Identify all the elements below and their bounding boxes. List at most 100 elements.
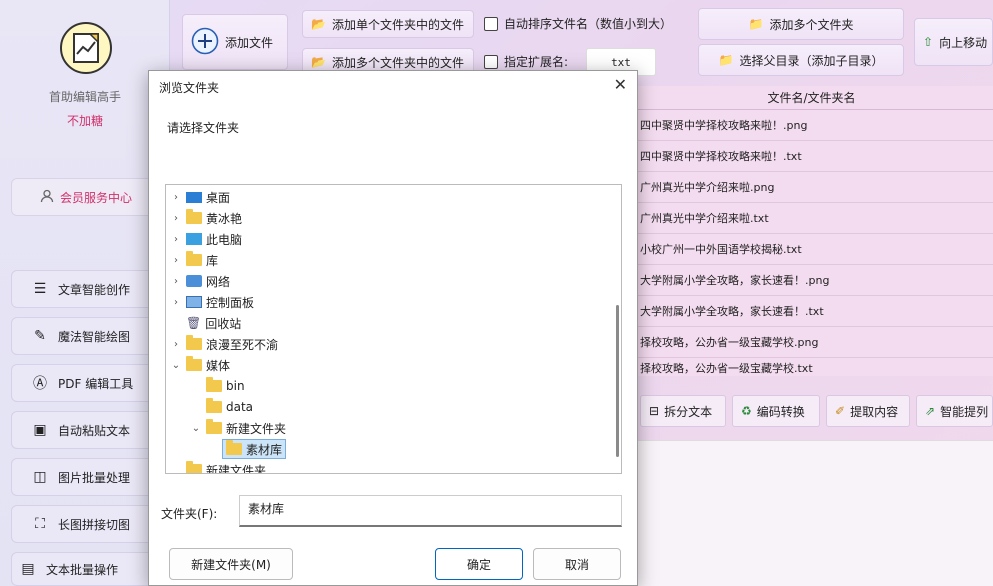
chevron-down-icon[interactable]: ⌄ xyxy=(170,360,182,371)
table-row[interactable]: 大学附属小学全攻略，家长速看！.png xyxy=(630,265,993,296)
tool-bar: ⊟ 拆分文本 ♻ 编码转换 ✐ 提取内容 ⇗ 智能提列 xyxy=(630,395,993,429)
text-ops-icon: ▤ xyxy=(21,561,35,577)
app-subtitle: 不加糖 xyxy=(66,114,103,128)
sidebar-item-pdf[interactable]: Ⓐ PDF 编辑工具 xyxy=(11,364,161,402)
table-row[interactable]: 大学附属小学全攻略，家长速看！.txt xyxy=(630,296,993,327)
sidebar-item-paste[interactable]: ▣ 自动粘贴文本 xyxy=(11,411,161,449)
chevron-right-icon[interactable]: › xyxy=(170,234,182,245)
ok-button[interactable]: 确定 xyxy=(435,548,523,580)
tree-item-this-pc[interactable]: › 此电脑 xyxy=(170,229,242,249)
tree-item-material-selected[interactable]: 素材库 xyxy=(222,439,287,459)
checkbox-label: 自动排序文件名（数值小到大） xyxy=(504,17,673,31)
table-row[interactable]: 四中聚贤中学择校攻略来啦！.txt xyxy=(630,141,993,172)
button-label: 添加单个文件夹中的文件 xyxy=(331,17,464,32)
chevron-right-icon[interactable]: › xyxy=(170,192,182,203)
split-text-button[interactable]: ⊟ 拆分文本 xyxy=(640,395,726,427)
chevron-down-icon[interactable]: ⌄ xyxy=(190,423,202,434)
tree-label: bin xyxy=(226,379,245,393)
checkbox-box[interactable] xyxy=(484,16,498,31)
folder-icon xyxy=(186,209,202,224)
table-row[interactable]: 择校攻略，公办省一级宝藏学校.png xyxy=(630,327,993,358)
extract-button[interactable]: ✐ 提取内容 xyxy=(826,395,910,427)
sidebar-item-label: PDF 编辑工具 xyxy=(58,376,134,391)
folder-icon: 📁 xyxy=(718,53,734,67)
tree-label: 桌面 xyxy=(206,190,231,205)
folder-tree[interactable]: › 桌面 › 黄冰艳 › 此电脑 › 库 › 网络 › 控制面板 🗑 回收站 › 浪漫至死不渝 … xyxy=(165,184,622,474)
button-label: 添加多个文件夹中的文件 xyxy=(331,55,464,70)
plus-circle-icon xyxy=(191,27,219,58)
scrollbar-thumb[interactable] xyxy=(616,305,619,457)
tree-label: 新建文件夹 xyxy=(206,463,267,474)
tree-item-user[interactable]: › 黄冰艳 xyxy=(170,208,242,228)
tree-item-media[interactable]: ⌄ 媒体 xyxy=(170,355,230,375)
dialog-prompt: 请选择文件夹 xyxy=(167,121,240,135)
tree-item-control-panel[interactable]: › 控制面板 xyxy=(170,292,254,312)
tree-label: 此电脑 xyxy=(206,232,243,247)
sidebar-item-drawing[interactable]: ✎ 魔法智能绘图 xyxy=(11,317,161,355)
list-icon: ☰ xyxy=(33,281,47,297)
auto-sort-checkbox[interactable]: 自动排序文件名（数值小到大） xyxy=(484,15,672,32)
tree-item-desktop[interactable]: › 桌面 xyxy=(170,187,230,207)
tree-item-network[interactable]: › 网络 xyxy=(170,271,230,291)
tree-item-recycle-bin[interactable]: 🗑 回收站 xyxy=(170,313,241,333)
desktop-icon xyxy=(186,191,202,203)
tree-item-romance[interactable]: › 浪漫至死不渝 xyxy=(170,334,278,354)
crop-icon: ⛶ xyxy=(35,516,45,532)
tree-label: 新建文件夹 xyxy=(226,421,287,436)
sidebar-item-text-ops[interactable]: ▤ 文本批量操作 xyxy=(11,552,161,586)
tree-item-data[interactable]: data xyxy=(190,397,253,417)
smart-extract-button[interactable]: ⇗ 智能提列 xyxy=(916,395,993,427)
text-area[interactable] xyxy=(630,440,993,586)
ext-checkbox[interactable]: 指定扩展名: xyxy=(484,53,568,70)
member-center-button[interactable]: 会员服务中心 xyxy=(11,178,161,216)
network-icon xyxy=(186,275,202,287)
chart-logo-icon xyxy=(73,33,99,63)
sidebar-item-label: 图片批量处理 xyxy=(58,470,131,485)
folder-icon xyxy=(226,440,242,455)
brush-icon: ✎ xyxy=(34,328,46,344)
recycle-bin-icon: 🗑 xyxy=(186,316,202,330)
chevron-right-icon[interactable]: › xyxy=(170,213,182,224)
app-logo xyxy=(60,22,112,74)
tree-label: 回收站 xyxy=(205,316,242,331)
chevron-right-icon[interactable]: › xyxy=(170,276,182,287)
tree-label: 控制面板 xyxy=(206,295,255,310)
recycle-icon: ♻ xyxy=(741,404,752,418)
file-list: 文件名/文件夹名 四中聚贤中学择校攻略来啦！.png 四中聚贤中学择校攻略来啦！… xyxy=(630,86,993,376)
add-file-button[interactable]: 添加文件 xyxy=(182,14,288,70)
choose-parent-dir-button[interactable]: 📁 选择父目录（添加子目录） xyxy=(698,44,904,76)
button-label: 选择父目录（添加子目录） xyxy=(739,53,884,68)
folder-icon xyxy=(206,419,222,434)
move-up-button[interactable]: ⇧ 向上移动 xyxy=(914,18,993,66)
tree-label: 素材库 xyxy=(246,442,283,457)
sidebar-item-image[interactable]: ◫ 图片批量处理 xyxy=(11,458,161,496)
checkbox-box[interactable] xyxy=(484,54,498,69)
tree-item-library[interactable]: › 库 xyxy=(170,250,218,270)
tree-item-bin[interactable]: bin xyxy=(190,376,245,396)
new-folder-button[interactable]: 新建文件夹(M) xyxy=(169,548,293,580)
paste-icon: ▣ xyxy=(33,422,47,438)
folder-icon: 📁 xyxy=(748,17,764,31)
tree-item-new-folder[interactable]: ⌄ 新建文件夹 xyxy=(190,418,286,438)
browse-folder-dialog: 浏览文件夹 ✕ 请选择文件夹 › 桌面 › 黄冰艳 › 此电脑 › 库 › 网络 › 控制面… xyxy=(148,70,638,586)
table-row[interactable]: 广州真光中学介绍来啦.txt xyxy=(630,203,993,234)
tree-item-new-folder-root[interactable]: 新建文件夹 xyxy=(170,460,267,474)
sidebar-item-article[interactable]: ☰ 文章智能创作 xyxy=(11,270,161,308)
table-row[interactable]: 广州真光中学介绍来啦.png xyxy=(630,172,993,203)
folder-icon xyxy=(206,377,222,392)
close-icon[interactable]: ✕ xyxy=(614,75,627,94)
table-row[interactable]: 择校攻略，公办省一级宝藏学校.txt xyxy=(630,358,993,375)
sidebar-item-label: 文本批量操作 xyxy=(46,562,119,577)
cancel-button[interactable]: 取消 xyxy=(533,548,621,580)
encode-button[interactable]: ♻ 编码转换 xyxy=(732,395,820,427)
folder-field[interactable]: 素材库 xyxy=(239,495,622,527)
add-single-folder-files-button[interactable]: 📂 添加单个文件夹中的文件 xyxy=(302,10,474,38)
chevron-right-icon[interactable]: › xyxy=(170,339,182,350)
table-row[interactable]: 小校广州一中外国语学校揭秘.txt xyxy=(630,234,993,265)
table-row[interactable]: 四中聚贤中学择校攻略来啦！.png xyxy=(630,110,993,141)
chevron-right-icon[interactable]: › xyxy=(170,297,182,308)
sidebar-item-crop[interactable]: ⛶ 长图拼接切图 xyxy=(11,505,161,543)
add-multi-folders-button[interactable]: 📁 添加多个文件夹 xyxy=(698,8,904,40)
chevron-right-icon[interactable]: › xyxy=(170,255,182,266)
button-label: 智能提列 xyxy=(940,404,989,419)
